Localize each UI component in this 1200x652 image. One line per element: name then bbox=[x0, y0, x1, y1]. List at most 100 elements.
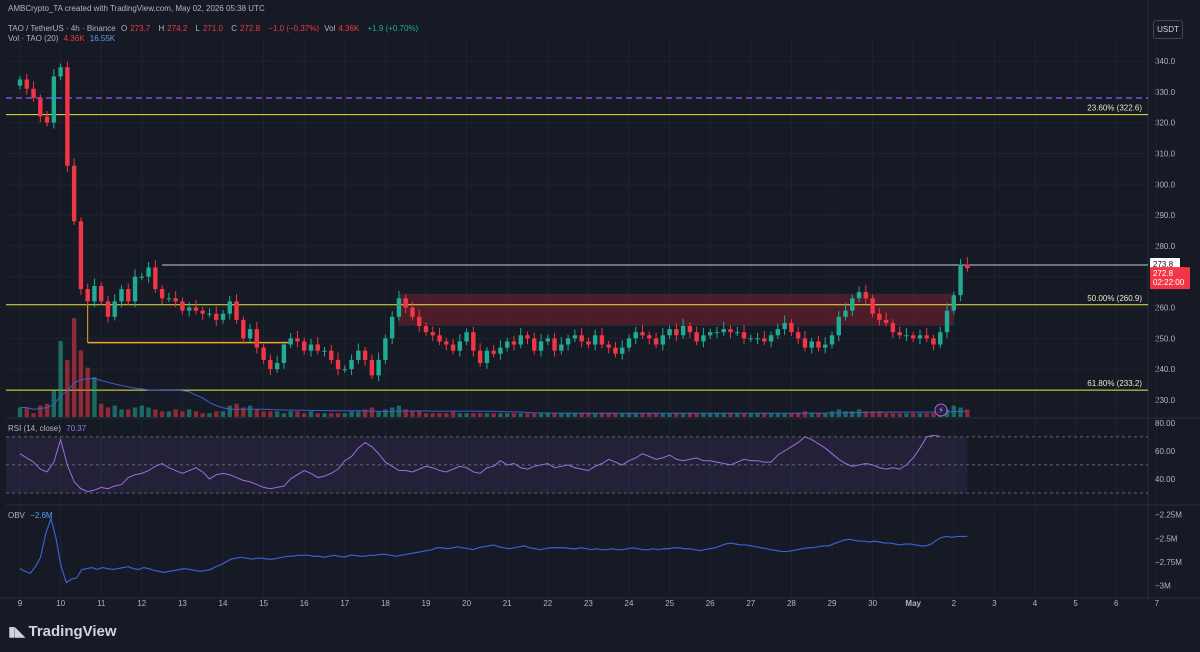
candle-body bbox=[288, 338, 293, 345]
volume-bar bbox=[579, 413, 584, 417]
candle-body bbox=[471, 332, 476, 351]
volume-value: 4.36K bbox=[63, 34, 85, 43]
candle-body bbox=[545, 338, 550, 342]
candle-body bbox=[180, 301, 185, 311]
candle-body bbox=[295, 338, 300, 342]
volume-bar bbox=[883, 413, 889, 417]
candle-body bbox=[457, 341, 463, 351]
volume-bar bbox=[315, 413, 320, 417]
candle-body bbox=[721, 329, 726, 333]
volume-bar bbox=[281, 413, 287, 417]
time-tick-label: 16 bbox=[300, 599, 309, 608]
volume-bar bbox=[728, 413, 733, 417]
candle-body bbox=[44, 116, 50, 123]
volume-bar bbox=[153, 409, 158, 417]
obv-tick-label: −2.5M bbox=[1155, 534, 1178, 543]
candle-body bbox=[159, 289, 165, 299]
price-tick-label: 250.0 bbox=[1155, 334, 1176, 343]
candle-body bbox=[356, 350, 361, 360]
volume-bar bbox=[626, 413, 632, 417]
candle-body bbox=[241, 319, 246, 339]
candle-body bbox=[951, 295, 956, 311]
volume-bar bbox=[640, 413, 645, 417]
candle-body bbox=[126, 289, 131, 302]
volume-bar bbox=[173, 409, 178, 417]
candle-body bbox=[579, 335, 584, 342]
volume-bar bbox=[904, 413, 909, 417]
time-tick-label: 30 bbox=[868, 599, 877, 608]
candle-body bbox=[193, 307, 199, 311]
fib-level-label: 23.60% (322.6) bbox=[1087, 104, 1142, 113]
time-tick-label: 22 bbox=[543, 599, 552, 608]
volume-bar bbox=[139, 405, 144, 417]
volume-bar bbox=[38, 405, 43, 417]
price-tick-label: 240.0 bbox=[1155, 365, 1176, 374]
volume-bar bbox=[843, 411, 848, 417]
volume-bar bbox=[687, 413, 693, 417]
time-tick-label: 25 bbox=[665, 599, 674, 608]
candle-body bbox=[132, 276, 138, 302]
candle-body bbox=[877, 313, 882, 320]
volume-bar bbox=[708, 413, 713, 417]
volume-bar bbox=[755, 413, 760, 417]
candle-body bbox=[139, 276, 144, 278]
time-tick-label: 15 bbox=[259, 599, 268, 608]
volume-bar bbox=[430, 413, 435, 417]
candle-body bbox=[572, 335, 578, 339]
rsi-tick-label: 40.00 bbox=[1155, 475, 1176, 484]
rsi-tick-label: 80.00 bbox=[1155, 419, 1176, 428]
price-tick-label: 230.0 bbox=[1155, 396, 1176, 405]
candle-body bbox=[119, 289, 124, 302]
volume-bar bbox=[721, 413, 726, 417]
chart-canvas[interactable]: 340.0330.0320.0310.0300.0290.0280.0270.0… bbox=[0, 0, 1200, 652]
volume-bar bbox=[261, 411, 266, 417]
time-tick-label: 2 bbox=[952, 599, 957, 608]
time-tick-label: 24 bbox=[625, 599, 634, 608]
tradingview-logo[interactable]: ▮◣ TradingView bbox=[8, 623, 117, 640]
candle-body bbox=[24, 79, 29, 89]
currency-selector-button[interactable]: USDT bbox=[1153, 20, 1183, 39]
volume-bar bbox=[166, 411, 172, 417]
candle-body bbox=[146, 267, 151, 277]
volume-bar bbox=[200, 413, 205, 417]
candle-body bbox=[762, 338, 767, 342]
candle-body bbox=[741, 332, 747, 339]
volume-bar bbox=[917, 413, 923, 417]
candle-body bbox=[261, 347, 266, 360]
candle-body bbox=[308, 344, 314, 351]
volume-bar bbox=[376, 411, 381, 417]
candle-body bbox=[214, 313, 219, 320]
candle-body bbox=[633, 332, 638, 339]
price-tick-label: 280.0 bbox=[1155, 242, 1176, 251]
volume-bar bbox=[58, 341, 63, 417]
candle-body bbox=[437, 335, 442, 342]
time-tick-label: 18 bbox=[381, 599, 390, 608]
volume-bar bbox=[126, 409, 131, 417]
candle-body bbox=[829, 335, 835, 345]
obv-tick-label: −2.75M bbox=[1155, 558, 1182, 567]
price-tick-label: 290.0 bbox=[1155, 211, 1176, 220]
volume-bar bbox=[890, 413, 896, 417]
candle-body bbox=[302, 341, 307, 351]
obv-tick-label: −3M bbox=[1155, 582, 1171, 591]
candle-body bbox=[965, 264, 970, 269]
candle-body bbox=[823, 344, 828, 348]
volume-bar bbox=[132, 407, 138, 417]
volume-bar bbox=[498, 413, 503, 417]
volume-bar bbox=[599, 413, 605, 417]
time-tick-label: 11 bbox=[97, 599, 106, 608]
time-tick-label: 6 bbox=[1114, 599, 1119, 608]
volume-bar bbox=[349, 411, 354, 417]
ohlc-low: L 271.0 bbox=[195, 24, 224, 33]
candle-body bbox=[931, 338, 936, 345]
price-tick-label: 260.0 bbox=[1155, 304, 1176, 313]
volume-bar bbox=[559, 413, 564, 417]
candle-body bbox=[958, 264, 963, 296]
volume-bar bbox=[247, 405, 253, 417]
candle-body bbox=[613, 347, 618, 354]
volume-bar bbox=[193, 411, 199, 417]
time-tick-label: 21 bbox=[503, 599, 512, 608]
candle-body bbox=[701, 335, 706, 342]
volume-bar bbox=[647, 413, 652, 417]
volume-bar bbox=[159, 411, 165, 417]
